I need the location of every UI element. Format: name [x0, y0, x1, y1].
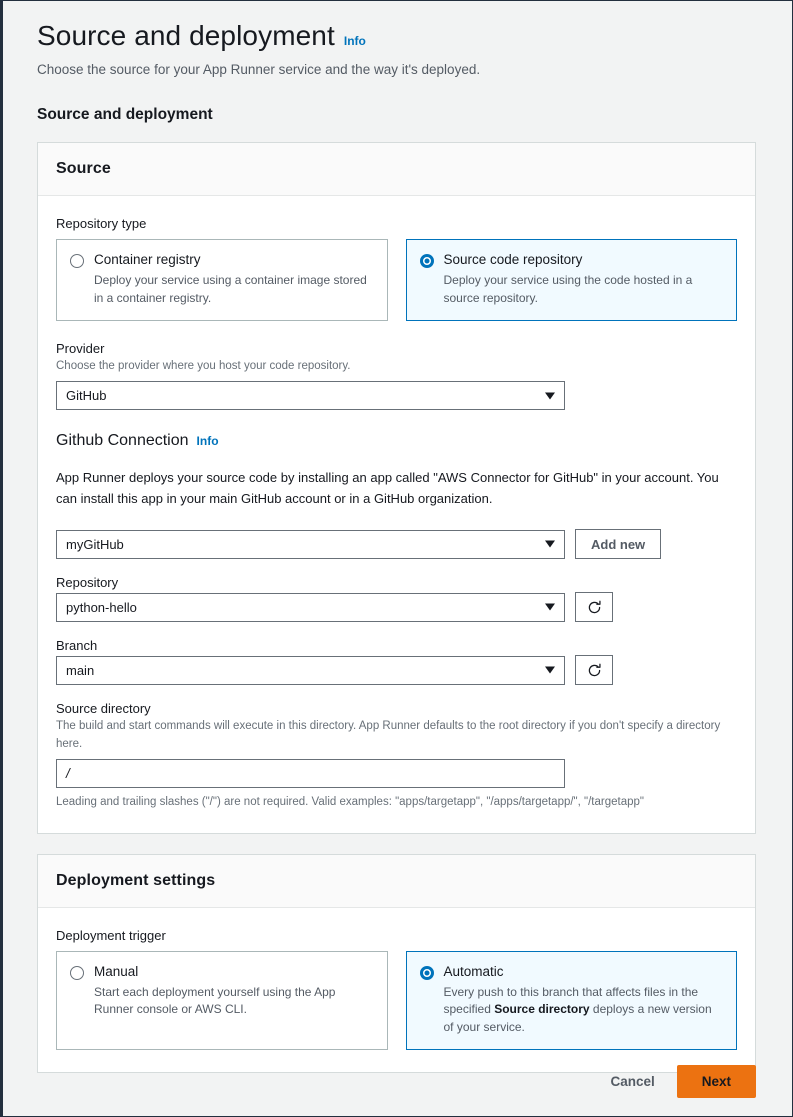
- provider-select[interactable]: GitHub: [56, 381, 565, 411]
- refresh-icon: [588, 663, 601, 676]
- github-connection-row: myGitHub Add new: [56, 529, 737, 560]
- source-directory-label: Source directory: [56, 701, 151, 717]
- refresh-repository-button[interactable]: [575, 592, 613, 623]
- deployment-settings-card-header: Deployment settings: [38, 855, 755, 909]
- source-card: Source Repository type Container registr…: [37, 142, 756, 835]
- page-root: Source and deployment Info Choose the so…: [0, 0, 793, 1117]
- branch-label: Branch: [56, 638, 98, 654]
- radio-tile-title: Container registry: [94, 252, 201, 268]
- chevron-down-icon: [545, 392, 555, 400]
- github-connection-select-value: myGitHub: [66, 536, 124, 552]
- add-new-connection-button[interactable]: Add new: [575, 529, 662, 560]
- radio-tile-title: Source code repository: [443, 252, 583, 268]
- source-directory-field: Source directory The build and start com…: [56, 701, 737, 811]
- page-content: Source and deployment Info Choose the so…: [3, 1, 792, 1074]
- github-connection-header: Github Connection Info: [56, 432, 737, 450]
- radio-tile-desc: Deploy your service using the code hoste…: [443, 273, 693, 305]
- source-card-body: Repository type Container registry Deplo…: [38, 196, 755, 833]
- source-card-header: Source: [38, 143, 755, 197]
- deployment-settings-card-body: Deployment trigger Manual Start each dep…: [38, 908, 755, 1072]
- source-directory-hint: Leading and trailing slashes ("/") are n…: [56, 795, 644, 808]
- refresh-icon: [588, 600, 601, 613]
- branch-field: Branch main: [56, 638, 737, 686]
- source-directory-description: The build and start commands will execut…: [56, 720, 721, 750]
- repository-field: Repository python-hello: [56, 575, 737, 623]
- repository-type-options: Container registry Deploy your service u…: [56, 239, 737, 321]
- radio-tile-automatic[interactable]: Automatic Every push to this branch that…: [405, 951, 737, 1051]
- page-title-info-link[interactable]: Info: [344, 34, 366, 48]
- refresh-branch-button[interactable]: [575, 655, 613, 686]
- chevron-down-icon: [545, 540, 555, 548]
- source-directory-input[interactable]: /: [56, 758, 565, 788]
- radio-tile-desc: Deploy your service using a container im…: [94, 273, 367, 305]
- radio-tile-source-code-repository[interactable]: Source code repository Deploy your servi…: [405, 239, 737, 321]
- radio-icon-container-registry[interactable]: [70, 254, 84, 269]
- page-subtitle: Choose the source for your App Runner se…: [37, 61, 481, 77]
- provider-label: Provider: [56, 340, 105, 356]
- radio-icon-automatic[interactable]: [419, 966, 434, 981]
- next-button[interactable]: Next: [676, 1065, 756, 1098]
- radio-tile-desc: Every push to this branch that affects f…: [444, 984, 724, 1036]
- provider-select-value: GitHub: [66, 388, 107, 404]
- provider-field: Provider Choose the provider where you h…: [56, 340, 737, 411]
- repository-label: Repository: [56, 575, 119, 591]
- radio-icon-source-code-repository[interactable]: [419, 254, 434, 269]
- deployment-settings-card: Deployment settings Deployment trigger M…: [37, 854, 756, 1074]
- radio-icon-manual[interactable]: [70, 966, 84, 981]
- cancel-button[interactable]: Cancel: [606, 1068, 658, 1095]
- source-card-title: Source: [56, 160, 111, 178]
- branch-select[interactable]: main: [56, 655, 565, 685]
- radio-tile-title: Automatic: [443, 964, 504, 980]
- github-connection-select[interactable]: myGitHub: [56, 529, 565, 559]
- page-title: Source and deployment: [37, 20, 335, 51]
- page-header: Source and deployment Info: [37, 19, 756, 53]
- repository-select-value: python-hello: [66, 599, 137, 615]
- footer-actions: Cancel Next: [606, 1065, 756, 1098]
- repository-type-label: Repository type: [56, 216, 147, 232]
- section-heading: Source and deployment: [37, 106, 213, 124]
- deployment-settings-card-title: Deployment settings: [56, 872, 216, 890]
- radio-tile-desc: Start each deployment yourself using the…: [94, 985, 336, 1017]
- deployment-trigger-label: Deployment trigger: [56, 928, 166, 944]
- github-connection-paragraph: App Runner deploys your source code by i…: [56, 470, 719, 507]
- branch-select-value: main: [66, 662, 95, 678]
- chevron-down-icon: [545, 666, 555, 674]
- chevron-down-icon: [545, 603, 555, 611]
- radio-tile-container-registry[interactable]: Container registry Deploy your service u…: [56, 239, 388, 321]
- provider-description: Choose the provider where you host your …: [56, 359, 351, 372]
- deployment-trigger-options: Manual Start each deployment yourself us…: [56, 951, 737, 1051]
- github-connection-heading: Github Connection: [56, 432, 189, 450]
- repository-select[interactable]: python-hello: [56, 592, 565, 622]
- github-connection-info-link[interactable]: Info: [197, 434, 219, 448]
- radio-tile-desc-emphasis: Source directory: [494, 1002, 590, 1017]
- radio-tile-title: Manual: [94, 964, 139, 980]
- radio-tile-manual[interactable]: Manual Start each deployment yourself us…: [56, 951, 388, 1051]
